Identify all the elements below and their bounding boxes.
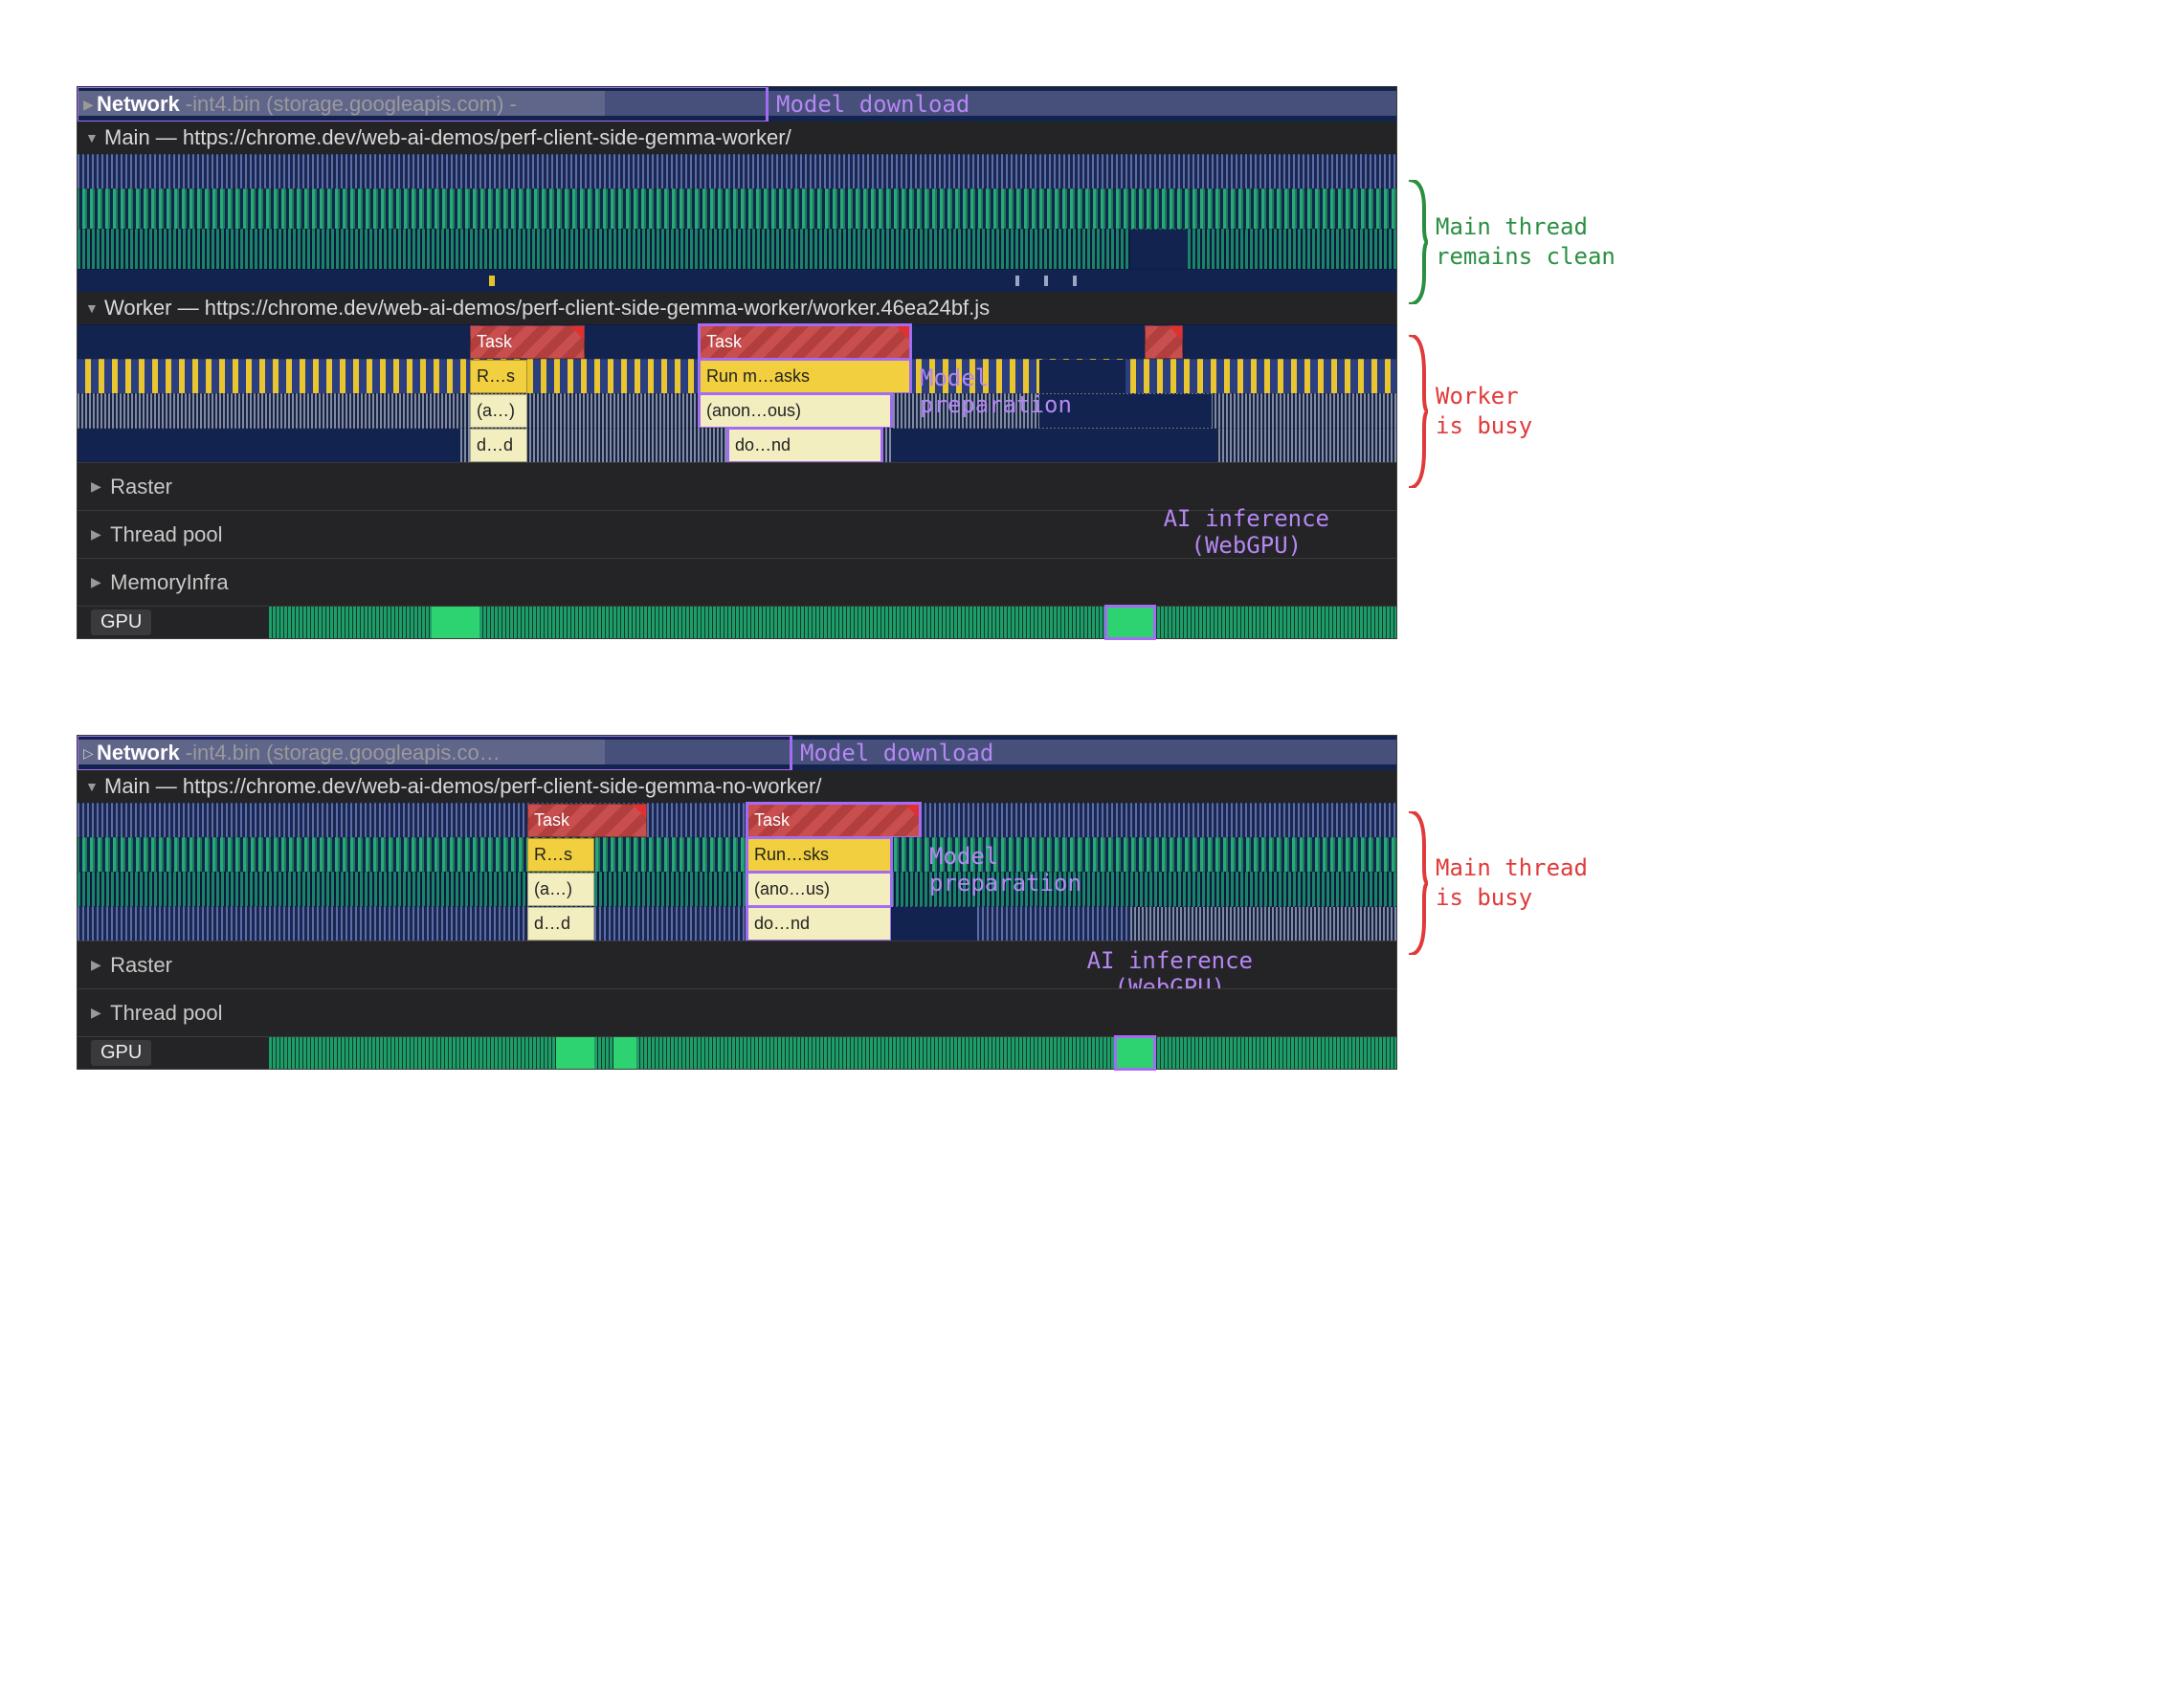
- devtools-panel-worker: ▶ Network -int4.bin (storage.googleapis.…: [77, 86, 1397, 639]
- flame-block-highlighted[interactable]: Run m…asks: [700, 360, 910, 393]
- task-block-highlighted[interactable]: Task: [747, 804, 920, 837]
- main-flame-area[interactable]: [78, 154, 1396, 292]
- main-thread-title: Main — https://chrome.dev/web-ai-demos/p…: [104, 774, 821, 799]
- expand-icon[interactable]: ▼: [85, 779, 99, 794]
- brace-icon: [1407, 335, 1428, 488]
- task-block[interactable]: Task: [527, 804, 647, 837]
- flame-block[interactable]: (a…): [470, 394, 527, 428]
- flame-block[interactable]: d…d: [470, 429, 527, 462]
- task-block[interactable]: [1145, 325, 1183, 359]
- gpu-track[interactable]: GPU: [78, 1036, 1396, 1069]
- task-block-highlighted[interactable]: Task: [700, 325, 910, 359]
- expand-icon[interactable]: ▼: [85, 300, 99, 316]
- network-track-header[interactable]: ▷ Network -int4.bin (storage.googleapis.…: [78, 736, 1396, 770]
- memory-infra-track[interactable]: ▶ MemoryInfra: [78, 558, 1396, 606]
- network-title: Network: [97, 92, 180, 117]
- collapse-icon[interactable]: ▶: [83, 97, 97, 113]
- gpu-track[interactable]: GPU: [78, 606, 1396, 638]
- thread-pool-track[interactable]: ▶ Thread pool AI inference (WebGPU): [78, 510, 1396, 558]
- collapse-icon[interactable]: ▶: [91, 574, 104, 590]
- flame-block[interactable]: R…s: [470, 360, 527, 393]
- collapse-icon[interactable]: ▷: [83, 745, 97, 762]
- collapse-icon[interactable]: ▶: [91, 957, 104, 973]
- brace-icon: [1407, 811, 1428, 955]
- collapse-icon[interactable]: ▶: [91, 1005, 104, 1021]
- worker-busy-annotation: Worker is busy: [1407, 335, 1532, 488]
- ai-inference-label: AI inference (WebGPU): [1164, 505, 1329, 559]
- model-preparation-label: Model preparation: [920, 365, 1072, 418]
- figure-with-worker: ▶ Network -int4.bin (storage.googleapis.…: [77, 86, 2107, 639]
- model-download-label: Model download: [776, 91, 969, 118]
- expand-icon[interactable]: ▼: [85, 130, 99, 145]
- worker-thread-title: Worker — https://chrome.dev/web-ai-demos…: [104, 296, 990, 321]
- flame-block-highlighted[interactable]: (ano…us): [747, 873, 891, 906]
- gpu-highlight-block[interactable]: [1116, 1037, 1154, 1069]
- gpu-highlight-block[interactable]: [1106, 607, 1154, 638]
- flame-block[interactable]: d…d: [527, 907, 594, 941]
- devtools-panel-no-worker: ▷ Network -int4.bin (storage.googleapis.…: [77, 735, 1397, 1070]
- worker-track-header[interactable]: ▼ Worker — https://chrome.dev/web-ai-dem…: [78, 292, 1396, 324]
- flame-block-highlighted[interactable]: do…nd: [728, 429, 881, 462]
- brace-icon: [1407, 180, 1428, 304]
- flame-block-highlighted[interactable]: (anon…ous): [700, 394, 891, 428]
- model-preparation-label: Model preparation: [929, 843, 1081, 897]
- flame-block-highlighted[interactable]: Run…sks: [747, 838, 891, 872]
- model-download-label: Model download: [800, 740, 993, 766]
- network-detail: -int4.bin (storage.googleapis.com) -: [186, 92, 517, 117]
- annotation-column: Main thread is busy: [1407, 735, 1713, 1070]
- network-detail: -int4.bin (storage.googleapis.co…: [186, 741, 501, 765]
- main-flame-area[interactable]: Task Task R…s Run…sks (a…) (ano…us) d…d …: [78, 803, 1396, 941]
- figure-no-worker: ▷ Network -int4.bin (storage.googleapis.…: [77, 735, 2107, 1070]
- main-thread-title: Main — https://chrome.dev/web-ai-demos/p…: [104, 125, 791, 150]
- network-title: Network: [97, 741, 180, 765]
- gpu-label: GPU: [91, 609, 151, 635]
- collapse-icon[interactable]: ▶: [91, 478, 104, 495]
- raster-track[interactable]: ▶ Raster: [78, 462, 1396, 510]
- worker-flame-area[interactable]: Task Task R…s Run m…asks (a…) (anon…ous)…: [78, 324, 1396, 462]
- collapse-icon[interactable]: ▶: [91, 526, 104, 542]
- main-busy-annotation: Main thread is busy: [1407, 811, 1588, 955]
- annotation-column: Main thread remains clean Worker is busy: [1407, 86, 1713, 639]
- main-track-header[interactable]: ▼ Main — https://chrome.dev/web-ai-demos…: [78, 770, 1396, 803]
- network-track-header[interactable]: ▶ Network -int4.bin (storage.googleapis.…: [78, 87, 1396, 122]
- thread-pool-track[interactable]: ▶ Thread pool: [78, 988, 1396, 1036]
- main-track-header[interactable]: ▼ Main — https://chrome.dev/web-ai-demos…: [78, 122, 1396, 154]
- gpu-label: GPU: [91, 1040, 151, 1066]
- main-clean-annotation: Main thread remains clean: [1407, 180, 1616, 304]
- raster-track[interactable]: ▶ Raster AI inference (WebGPU): [78, 941, 1396, 988]
- flame-block-highlighted[interactable]: do…nd: [747, 907, 891, 941]
- task-block[interactable]: Task: [470, 325, 585, 359]
- flame-block[interactable]: (a…): [527, 873, 594, 906]
- flame-block[interactable]: R…s: [527, 838, 594, 872]
